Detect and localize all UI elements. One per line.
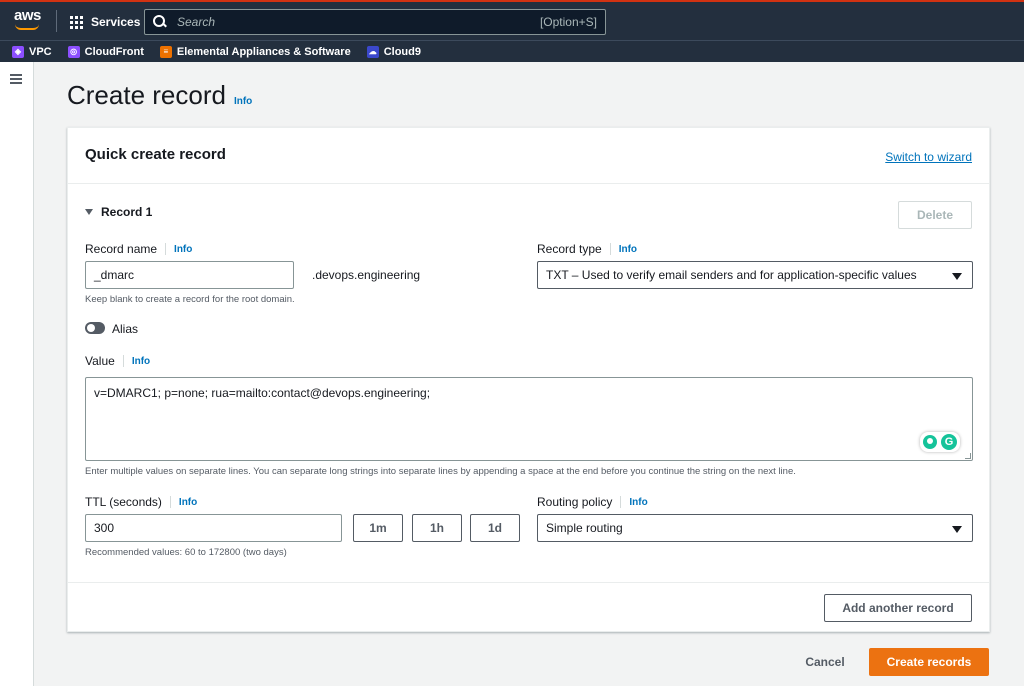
value-textarea[interactable]: v=DMARC1; p=none; rua=mailto:contact@dev… — [85, 377, 973, 461]
favorite-label: VPC — [29, 45, 52, 58]
ttl-label-group: TTL (seconds) Info — [85, 495, 197, 509]
favorite-cloudfront[interactable]: ◎ CloudFront — [67, 45, 144, 58]
favorite-elemental[interactable]: ≡ Elemental Appliances & Software — [159, 45, 351, 58]
ttl-input[interactable]: 300 — [85, 514, 342, 542]
page-header: Create record Info — [67, 80, 252, 111]
routing-policy-label-group: Routing policy Info — [537, 495, 648, 509]
record-name-input[interactable]: _dmarc — [85, 261, 294, 289]
alias-toggle[interactable] — [85, 322, 105, 334]
record-name-label: Record name — [85, 242, 158, 256]
lightbulb-icon — [923, 435, 937, 449]
routing-policy-select[interactable]: Simple routing — [537, 514, 973, 542]
cancel-button[interactable]: Cancel — [790, 648, 860, 676]
container-title: Quick create record — [85, 146, 226, 163]
search-input[interactable] — [177, 15, 540, 29]
ttl-hint: Recommended values: 60 to 172800 (two da… — [85, 547, 287, 558]
record-type-value: TXT – Used to verify email senders and f… — [546, 268, 917, 282]
cloudfront-icon: ◎ — [67, 45, 80, 58]
value-label: Value — [85, 354, 115, 368]
dropdown-arrow-icon — [952, 526, 962, 533]
delete-record-button[interactable]: Delete — [898, 201, 972, 229]
favorite-label: CloudFront — [84, 45, 144, 58]
record-name-info-link[interactable]: Info — [174, 244, 192, 255]
favorite-label: Elemental Appliances & Software — [176, 45, 351, 58]
switch-to-wizard-link[interactable]: Switch to wizard — [885, 150, 972, 164]
domain-suffix: .devops.engineering — [312, 268, 421, 282]
services-label: Services — [91, 15, 141, 29]
record-type-label: Record type — [537, 242, 602, 256]
value-label-group: Value Info — [85, 354, 150, 368]
resize-handle-icon[interactable] — [965, 453, 971, 459]
add-another-record-button[interactable]: Add another record — [824, 594, 972, 622]
page-info-link[interactable]: Info — [234, 96, 252, 107]
grammarly-icon: G — [941, 434, 957, 450]
top-navigation: aws Services [Option+S] — [0, 0, 1024, 40]
record-name-label-group: Record name Info — [85, 242, 192, 256]
caret-down-icon — [85, 209, 93, 215]
container-footer: Add another record — [68, 582, 989, 632]
container-header: Quick create record Switch to wizard — [68, 128, 989, 184]
search-shortcut-hint: [Option+S] — [539, 15, 597, 29]
grammarly-widget[interactable]: G — [920, 432, 960, 452]
aws-logo-text: aws — [14, 7, 41, 24]
value-text: v=DMARC1; p=none; rua=mailto:contact@dev… — [94, 386, 431, 400]
ttl-1h-button[interactable]: 1h — [412, 514, 462, 542]
record-expand-toggle[interactable]: Record 1 — [85, 205, 152, 219]
services-menu-button[interactable]: Services — [70, 12, 140, 32]
favorites-bar: ◈ VPC ◎ CloudFront ≡ Elemental Appliance… — [0, 40, 1024, 62]
favorite-vpc[interactable]: ◈ VPC — [12, 45, 52, 58]
alias-label: Alias — [112, 322, 139, 336]
ttl-1d-button[interactable]: 1d — [470, 514, 520, 542]
vpc-icon: ◈ — [12, 45, 24, 58]
quick-create-container: Quick create record Switch to wizard Rec… — [67, 127, 990, 632]
value-info-link[interactable]: Info — [132, 356, 150, 367]
hamburger-menu-icon[interactable] — [10, 74, 22, 84]
routing-policy-info-link[interactable]: Info — [629, 497, 647, 508]
value-hint: Enter multiple values on separate lines.… — [85, 466, 796, 477]
search-bar[interactable]: [Option+S] — [144, 9, 606, 35]
record-type-select[interactable]: TXT – Used to verify email senders and f… — [537, 261, 973, 289]
side-navigation-strip — [0, 62, 34, 686]
ttl-1m-button[interactable]: 1m — [353, 514, 403, 542]
grid-icon — [70, 15, 83, 29]
aws-logo[interactable]: aws — [14, 7, 41, 30]
routing-policy-value: Simple routing — [546, 521, 623, 535]
create-records-button[interactable]: Create records — [869, 648, 989, 676]
aws-smile-icon — [15, 24, 39, 30]
cloud9-icon: ☁ — [366, 45, 379, 58]
ttl-info-link[interactable]: Info — [179, 497, 197, 508]
record-type-info-link[interactable]: Info — [619, 244, 637, 255]
page-title: Create record — [67, 80, 226, 110]
elemental-icon: ≡ — [159, 45, 172, 58]
routing-policy-label: Routing policy — [537, 495, 613, 509]
dropdown-arrow-icon — [952, 273, 962, 280]
record-toggle-label: Record 1 — [101, 205, 153, 219]
nav-divider — [56, 10, 57, 32]
ttl-label: TTL (seconds) — [85, 495, 162, 509]
search-icon — [153, 15, 167, 29]
record-type-label-group: Record type Info — [537, 242, 637, 256]
record-name-hint: Keep blank to create a record for the ro… — [85, 294, 295, 305]
favorite-cloud9[interactable]: ☁ Cloud9 — [366, 45, 421, 58]
favorite-label: Cloud9 — [383, 45, 421, 58]
